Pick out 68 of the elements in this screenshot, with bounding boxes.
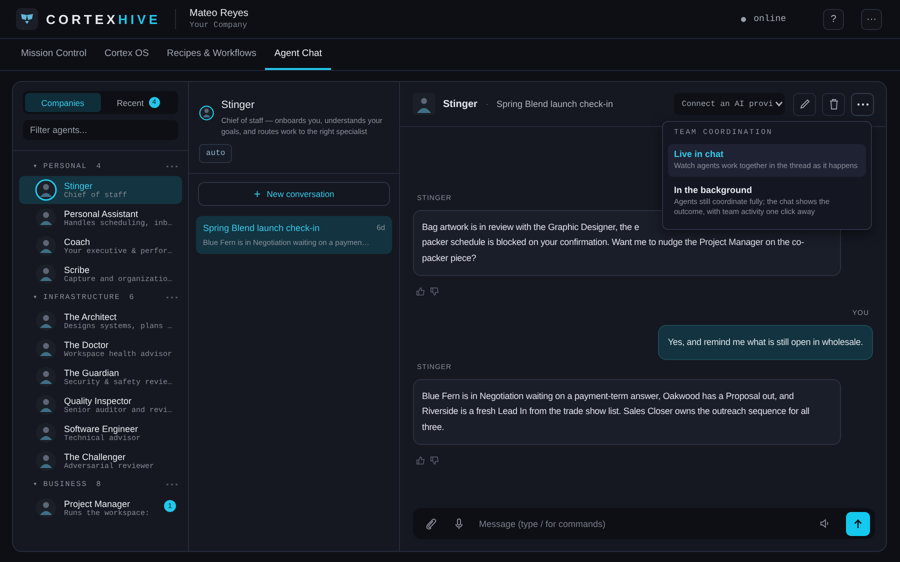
send-button[interactable] bbox=[846, 512, 870, 536]
agent-name: The Challenger bbox=[64, 452, 127, 462]
avatar-icon bbox=[35, 235, 57, 257]
edit-button[interactable] bbox=[793, 92, 816, 116]
nav-tab[interactable]: Cortex OS bbox=[95, 39, 158, 70]
agent-name: Project Manager bbox=[64, 498, 132, 508]
company-name: Your Company bbox=[190, 21, 248, 30]
avatar-icon bbox=[35, 497, 57, 519]
provider-select[interactable]: Connect an AI provi bbox=[674, 93, 785, 115]
agent-name: Stinger bbox=[443, 98, 478, 110]
logo-icon bbox=[16, 8, 38, 30]
agent-name: The Architect bbox=[64, 312, 118, 322]
avatar-icon bbox=[35, 338, 57, 360]
nav-tab[interactable]: Mission Control bbox=[12, 39, 96, 70]
nav-tab[interactable]: Agent Chat bbox=[265, 39, 331, 70]
status-label: online bbox=[754, 14, 786, 24]
agent-name: Stinger bbox=[221, 99, 256, 111]
paperclip-icon[interactable] bbox=[425, 518, 437, 530]
thumbs-up-icon[interactable] bbox=[416, 286, 425, 296]
avatar-icon bbox=[35, 263, 57, 285]
speaker-icon[interactable] bbox=[819, 518, 830, 529]
thumbs-down-icon[interactable] bbox=[430, 286, 439, 296]
avatar-icon bbox=[413, 93, 435, 115]
segment-tab[interactable]: Companies bbox=[25, 93, 100, 112]
agent-name: Quality Inspector bbox=[64, 396, 133, 406]
pencil-icon bbox=[798, 98, 810, 110]
filter-field[interactable]: Filter agents... bbox=[23, 120, 178, 140]
message-bubble: Blue Fern is in Negotiation waiting on a payment-term answer, Oakwood has a Proposal out, and Riverside is a fresh Lead In from the trade show list. Sales Closer owns the outreach sequence for all three. bbox=[413, 379, 841, 446]
agent-name: The Guardian bbox=[64, 368, 120, 378]
status-dot-icon bbox=[740, 16, 746, 22]
thumbs-up-icon[interactable] bbox=[416, 456, 425, 466]
more-icon[interactable] bbox=[166, 483, 178, 486]
help-button[interactable]: ? bbox=[823, 8, 844, 30]
thumbs-down-icon[interactable] bbox=[430, 456, 439, 466]
separator-dot: · bbox=[485, 99, 488, 109]
user-name: Mateo Reyes bbox=[190, 8, 248, 19]
more-button[interactable] bbox=[851, 92, 874, 116]
more-icon[interactable] bbox=[166, 296, 178, 299]
conversation-title: Spring Blend launch check-in bbox=[203, 222, 320, 232]
message-field[interactable]: Message (type / for commands) bbox=[413, 508, 875, 539]
conversation-title: Spring Blend launch check-in bbox=[496, 99, 614, 109]
brand-name: CORTEX HIVE bbox=[46, 12, 161, 26]
agent-name: Software Engineer bbox=[64, 424, 140, 434]
more-button[interactable]: ··· bbox=[861, 8, 882, 30]
avatar-icon bbox=[35, 179, 57, 201]
avatar-icon bbox=[35, 366, 57, 388]
message-bubble: Yes, and remind me what is still open in wholesale. bbox=[658, 324, 873, 360]
arrow-up-icon bbox=[853, 518, 863, 528]
agent-name: Coach bbox=[64, 236, 92, 246]
microphone-icon[interactable] bbox=[453, 518, 465, 530]
more-icon[interactable] bbox=[166, 165, 178, 168]
avatar-icon bbox=[35, 422, 57, 444]
new-conversation-button[interactable]: + New conversation bbox=[198, 182, 390, 206]
avatar-icon bbox=[35, 450, 57, 472]
more-icon bbox=[856, 102, 868, 106]
message-input[interactable]: Message (type / for commands) bbox=[477, 518, 803, 530]
nav-tab[interactable]: Recipes & Workflows bbox=[158, 39, 266, 70]
avatar-icon bbox=[35, 207, 57, 229]
agent-name: The Doctor bbox=[64, 340, 110, 350]
avatar-icon bbox=[35, 310, 57, 332]
agent-name: Scribe bbox=[64, 264, 91, 274]
agent-name: Personal Assistant bbox=[64, 208, 140, 218]
delete-button[interactable] bbox=[822, 92, 845, 116]
chevron-icon bbox=[775, 101, 783, 107]
mode-tag: auto bbox=[199, 144, 232, 162]
avatar-icon bbox=[35, 394, 57, 416]
agent-name: Stinger bbox=[64, 180, 94, 190]
trash-icon bbox=[828, 98, 840, 110]
